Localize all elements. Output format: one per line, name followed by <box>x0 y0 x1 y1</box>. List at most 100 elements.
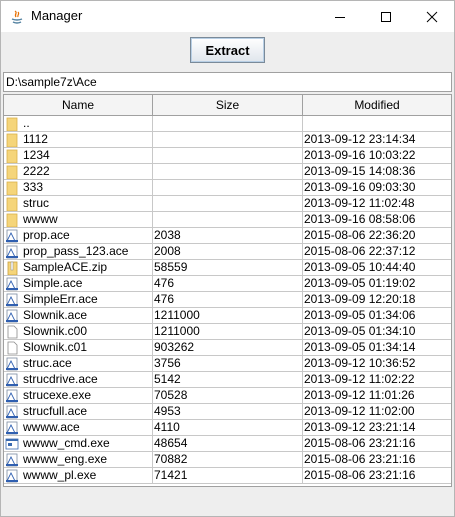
table-row[interactable]: strucexe.exe 70528 2013-09-12 11:01:26 <box>4 388 451 404</box>
table-row[interactable]: wwww_eng.exe 70882 2015-08-06 23:21:16 <box>4 452 451 468</box>
folder-icon <box>5 133 19 147</box>
name-cell: wwww_cmd.exe <box>4 436 153 451</box>
file-name: wwww_pl.exe <box>23 468 97 482</box>
file-name: strucexe.exe <box>23 388 92 402</box>
size-cell: 4953 <box>153 404 303 419</box>
modified-cell: 2013-09-12 11:02:48 <box>304 196 415 210</box>
modified-cell: 2015-08-06 23:21:16 <box>304 452 416 466</box>
modified-cell: 2013-09-12 23:14:34 <box>304 132 416 146</box>
zip-icon <box>5 261 19 275</box>
window-title: Manager <box>31 8 83 23</box>
file-name: wwww.ace <box>23 420 80 434</box>
table-row[interactable]: 2222 2013-09-15 14:08:36 <box>4 164 451 180</box>
name-cell: strucexe.exe <box>4 388 153 403</box>
status-area <box>3 488 452 514</box>
column-header-size[interactable]: Size <box>153 95 303 115</box>
title-bar[interactable]: Manager <box>1 1 454 32</box>
size-cell: 476 <box>153 292 303 307</box>
size-cell: 3756 <box>153 356 303 371</box>
modified-cell: 2013-09-05 01:19:02 <box>304 276 416 290</box>
path-field[interactable]: D:\sample7z\Ace <box>3 72 452 92</box>
file-name: struc <box>23 196 50 210</box>
table-row[interactable]: strucdrive.ace 5142 2013-09-12 11:02:22 <box>4 372 451 388</box>
table-row[interactable]: Simple.ace 476 2013-09-05 01:19:02 <box>4 276 451 292</box>
file-name: SampleACE.zip <box>23 260 108 274</box>
table-row[interactable]: Slownik.ace 1211000 2013-09-05 01:34:06 <box>4 308 451 324</box>
archive-icon <box>5 389 19 403</box>
table-row[interactable]: 1112 2013-09-12 23:14:34 <box>4 132 451 148</box>
archive-icon <box>5 229 19 243</box>
table-row[interactable]: struc 2013-09-12 11:02:48 <box>4 196 451 212</box>
table-row[interactable]: wwww.ace 4110 2013-09-12 23:21:14 <box>4 420 451 436</box>
modified-cell: 2013-09-15 14:08:36 <box>304 164 416 178</box>
size-cell <box>153 196 303 211</box>
toolbar: Extract <box>1 32 454 72</box>
file-name: struc.ace <box>23 356 72 370</box>
name-cell: struc <box>4 196 153 211</box>
name-cell: .. <box>4 116 153 131</box>
file-name: Slownik.c01 <box>23 340 88 354</box>
modified-cell: 2015-08-06 22:37:12 <box>304 244 416 258</box>
name-cell: 2222 <box>4 164 153 179</box>
close-button[interactable] <box>409 1 455 32</box>
table-row[interactable]: .. <box>4 116 451 132</box>
column-header-modified[interactable]: Modified <box>303 95 451 115</box>
file-name: wwww <box>23 212 58 226</box>
archive-icon <box>5 245 19 259</box>
table-row[interactable]: 1234 2013-09-16 10:03:22 <box>4 148 451 164</box>
size-cell: 71421 <box>153 468 303 483</box>
java-icon <box>11 10 23 24</box>
table-row[interactable]: Slownik.c00 1211000 2013-09-05 01:34:10 <box>4 324 451 340</box>
table-row[interactable]: prop.ace 2038 2015-08-06 22:36:20 <box>4 228 451 244</box>
folder-icon <box>5 197 19 211</box>
column-header-name[interactable]: Name <box>4 95 153 115</box>
file-name: Slownik.c00 <box>23 324 88 338</box>
modified-cell: 2013-09-16 09:03:30 <box>304 180 416 194</box>
name-cell: Simple.ace <box>4 276 153 291</box>
file-name: prop.ace <box>23 228 70 242</box>
file-name: wwww_cmd.exe <box>23 436 110 450</box>
table-header: Name Size Modified <box>4 95 451 116</box>
file-name: .. <box>23 116 30 130</box>
table-row[interactable]: wwww_cmd.exe 48654 2015-08-06 23:21:16 <box>4 436 451 452</box>
modified-cell: 2013-09-12 11:02:22 <box>304 372 415 386</box>
file-name: wwww_eng.exe <box>23 452 108 466</box>
archive-icon <box>5 357 19 371</box>
modified-cell: 2013-09-09 12:20:18 <box>304 292 416 306</box>
modified-cell: 2013-09-16 08:58:06 <box>304 212 416 226</box>
file-icon <box>5 341 19 355</box>
table-row[interactable]: SampleACE.zip 58559 2013-09-05 10:44:40 <box>4 260 451 276</box>
table-row[interactable]: 333 2013-09-16 09:03:30 <box>4 180 451 196</box>
name-cell: wwww_pl.exe <box>4 468 153 483</box>
table-row[interactable]: wwww_pl.exe 71421 2015-08-06 23:21:16 <box>4 468 451 484</box>
modified-cell: 2013-09-05 01:34:10 <box>304 324 416 338</box>
name-cell: 333 <box>4 180 153 195</box>
table-row[interactable]: struc.ace 3756 2013-09-12 10:36:52 <box>4 356 451 372</box>
file-name: Simple.ace <box>23 276 83 290</box>
size-cell: 70882 <box>153 452 303 467</box>
size-cell <box>153 132 303 147</box>
name-cell: struc.ace <box>4 356 153 371</box>
folder-icon <box>5 181 19 195</box>
name-cell: Slownik.c00 <box>4 324 153 339</box>
size-cell: 2008 <box>153 244 303 259</box>
folder-icon <box>5 149 19 163</box>
extract-button[interactable]: Extract <box>190 37 265 63</box>
name-cell: strucfull.ace <box>4 404 153 419</box>
modified-cell: 2015-08-06 23:21:16 <box>304 468 416 482</box>
size-cell: 2038 <box>153 228 303 243</box>
file-name: prop_pass_123.ace <box>23 244 129 258</box>
name-cell: Slownik.c01 <box>4 340 153 355</box>
size-cell: 476 <box>153 276 303 291</box>
table-row[interactable]: SimpleErr.ace 476 2013-09-09 12:20:18 <box>4 292 451 308</box>
minimize-button[interactable] <box>317 1 363 32</box>
table-row[interactable]: wwww 2013-09-16 08:58:06 <box>4 212 451 228</box>
maximize-button[interactable] <box>363 1 409 32</box>
modified-cell: 2013-09-05 01:34:14 <box>304 340 416 354</box>
table-row[interactable]: Slownik.c01 903262 2013-09-05 01:34:14 <box>4 340 451 356</box>
table-row[interactable]: strucfull.ace 4953 2013-09-12 11:02:00 <box>4 404 451 420</box>
archive-icon <box>5 453 19 467</box>
size-cell: 5142 <box>153 372 303 387</box>
name-cell: 1112 <box>4 132 153 147</box>
table-row[interactable]: prop_pass_123.ace 2008 2015-08-06 22:37:12 <box>4 244 451 260</box>
